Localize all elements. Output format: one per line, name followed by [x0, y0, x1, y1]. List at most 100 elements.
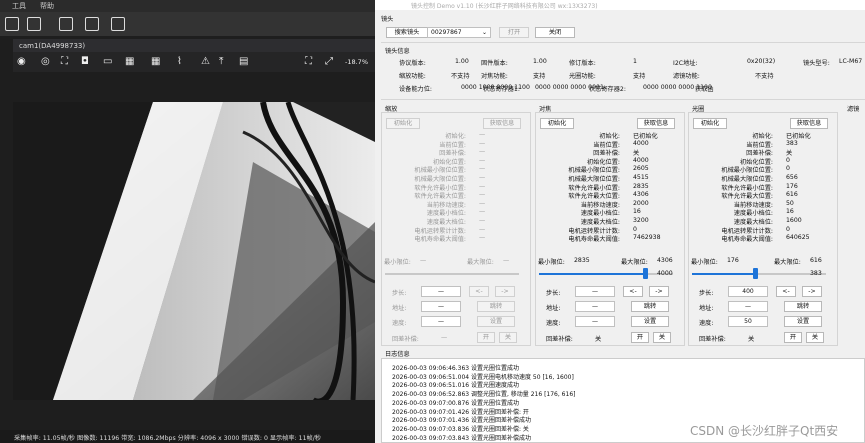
focus-set-speed-button[interactable]: 设置 — [631, 316, 669, 327]
device-list-icon[interactable] — [5, 17, 19, 31]
record-icon[interactable]: ◎ — [41, 55, 50, 69]
iris-step-input[interactable]: 400 — [728, 286, 768, 297]
log-line: 2026-00-03 09:07:03.836 设置光圈回差补偿: 关 — [392, 425, 529, 433]
iris-get-info-button[interactable]: 获取信息 — [790, 118, 828, 129]
grid-small-icon[interactable]: ▦ — [125, 55, 134, 69]
focus-speed-label: 速度: — [546, 320, 561, 327]
info-label: 滤镜功能: — [673, 73, 700, 80]
zoom-backlash-off-button[interactable]: 关 — [499, 332, 517, 343]
iris-step-inc-button[interactable]: -> — [802, 286, 822, 297]
info-label: 固件版本: — [481, 60, 508, 67]
zoom-field-value: — — [479, 148, 486, 156]
focus-slider-handle[interactable] — [643, 268, 648, 279]
export-icon[interactable]: ⤒ — [219, 55, 223, 69]
iris-max-limit-label: 最大限位: — [774, 259, 801, 266]
properties-icon[interactable] — [111, 17, 125, 31]
zoom-field-value: — — [479, 131, 486, 138]
focus-addr-input[interactable]: — — [575, 301, 615, 312]
waveform-icon[interactable] — [59, 17, 73, 31]
zoom-slider-track[interactable] — [385, 273, 519, 275]
zoom-min-limit-label: 最小限位: — [384, 259, 411, 266]
iris-addr-label: 地址: — [699, 305, 714, 312]
focus-max-limit-label: 最大限位: — [621, 259, 648, 266]
focus-backlash-off-button[interactable]: 关 — [653, 332, 671, 343]
fit-view-icon[interactable]: ⛶ — [61, 55, 68, 69]
fullscreen-icon[interactable]: ⛶ — [305, 55, 312, 69]
zoom-step-inc-button[interactable]: -> — [495, 286, 515, 297]
focus-jump-button[interactable]: 跳转 — [631, 301, 669, 312]
focus-speed-input[interactable]: — — [575, 316, 615, 327]
zoom-step-input[interactable]: — — [421, 286, 461, 297]
camera-viewer-panel: 工具 帮助 cam1(DA4998733) ◉ ◎ ⛶ ◘ ▭ ▦ ▦ ⌇ ⚠ … — [0, 0, 375, 443]
focus-step-input[interactable]: — — [575, 286, 615, 297]
iris-backlash-on-button[interactable]: 开 — [784, 332, 802, 343]
lens-group-title: 镜头 — [381, 16, 394, 23]
snapshot-icon[interactable]: ◘ — [81, 55, 89, 69]
zoom-get-info-button[interactable]: 获取信息 — [483, 118, 521, 129]
window-title: 镜头控制 Demo v1.10 (长沙红胖子网络科技有限公司 wx:13X327… — [375, 0, 865, 10]
grid-large-icon[interactable]: ▦ — [151, 55, 160, 69]
main-toolbar — [0, 12, 375, 36]
zoom-addr-label: 地址: — [392, 305, 407, 312]
camera-video-feed[interactable] — [13, 102, 375, 400]
log-line: 2026-00-03 09:06:46.363 设置光圈位置成功 — [392, 365, 519, 372]
warning-icon[interactable]: ⚠ — [201, 55, 210, 69]
focus-min-limit-value: 2835 — [574, 257, 590, 264]
iris-addr-input[interactable]: — — [728, 301, 768, 312]
info-label: 获取函 — [695, 86, 714, 93]
focus-step-dec-button[interactable]: <- — [623, 286, 643, 297]
lens-select[interactable]: 00297867 ⌄ — [427, 27, 491, 38]
iris-init-button[interactable]: 初始化 — [693, 118, 727, 129]
iris-jump-button[interactable]: 跳转 — [784, 301, 822, 312]
zoom-backlash-on-button[interactable]: 开 — [477, 332, 495, 343]
info-value: 1.00 — [533, 58, 547, 65]
iris-backlash-label: 回差补偿: — [699, 336, 726, 343]
play-icon[interactable]: ◉ — [17, 55, 26, 69]
menu-help[interactable]: 帮助 — [40, 1, 54, 11]
zoom-addr-input[interactable]: — — [421, 301, 461, 312]
iris-slider-fill — [692, 273, 755, 275]
focus-field-value: 2605 — [633, 165, 649, 173]
focus-init-button[interactable]: 初始化 — [540, 118, 574, 129]
zoom-jump-button[interactable]: 跳转 — [477, 301, 515, 312]
info-value: 1.00 — [455, 58, 469, 65]
zoom-backlash-label: 回差补偿: — [392, 336, 419, 343]
focus-field-value: 4000 — [633, 156, 649, 164]
info-label: 光圈功能: — [569, 73, 596, 80]
iris-slider-handle[interactable] — [753, 268, 758, 279]
filter-group-title: 滤镜 — [847, 106, 860, 113]
iris-speed-label: 速度: — [699, 320, 714, 327]
watermark: CSDN @长沙红胖子Qt西安 — [690, 424, 839, 438]
zoom-field-value: — — [479, 234, 486, 242]
zoom-set-speed-button[interactable]: 设置 — [477, 316, 515, 327]
iris-field-value: 176 — [786, 182, 798, 190]
menu-tools[interactable]: 工具 — [12, 1, 26, 11]
video-icon[interactable]: ▭ — [103, 55, 112, 69]
zoom-speed-input[interactable]: — — [421, 316, 461, 327]
layout-icon[interactable] — [27, 17, 41, 31]
iris-field-value: 1600 — [786, 217, 802, 224]
settings-panel-icon[interactable]: ▤ — [239, 55, 248, 69]
lens-info-group-title: 镜头信息 — [385, 48, 410, 55]
focus-get-info-button[interactable]: 获取信息 — [637, 118, 675, 129]
resize-icon[interactable]: ⤢ — [325, 55, 333, 69]
search-lens-button[interactable]: 搜索镜头 — [386, 27, 428, 38]
iris-backlash-off-button[interactable]: 关 — [806, 332, 824, 343]
open-button[interactable]: 打开 — [499, 27, 529, 38]
info-label: I2C地址: — [673, 60, 698, 67]
focus-backlash-on-button[interactable]: 开 — [631, 332, 649, 343]
close-button[interactable]: 关闭 — [535, 27, 575, 38]
iris-step-dec-button[interactable]: <- — [776, 286, 796, 297]
iris-field-value: 616 — [786, 191, 798, 199]
zoom-init-button[interactable]: 初始化 — [386, 118, 420, 129]
zoom-step-dec-button[interactable]: <- — [469, 286, 489, 297]
histogram-icon[interactable]: ⌇ — [177, 55, 182, 69]
divider — [381, 99, 865, 100]
image-settings-icon[interactable] — [85, 17, 99, 31]
iris-field-value: 656 — [786, 174, 798, 181]
iris-speed-input[interactable]: 50 — [728, 316, 768, 327]
info-value: 不支持 — [451, 73, 470, 80]
iris-set-speed-button[interactable]: 设置 — [784, 316, 822, 327]
focus-step-inc-button[interactable]: -> — [649, 286, 669, 297]
iris-max-limit-value: 616 — [810, 257, 822, 264]
